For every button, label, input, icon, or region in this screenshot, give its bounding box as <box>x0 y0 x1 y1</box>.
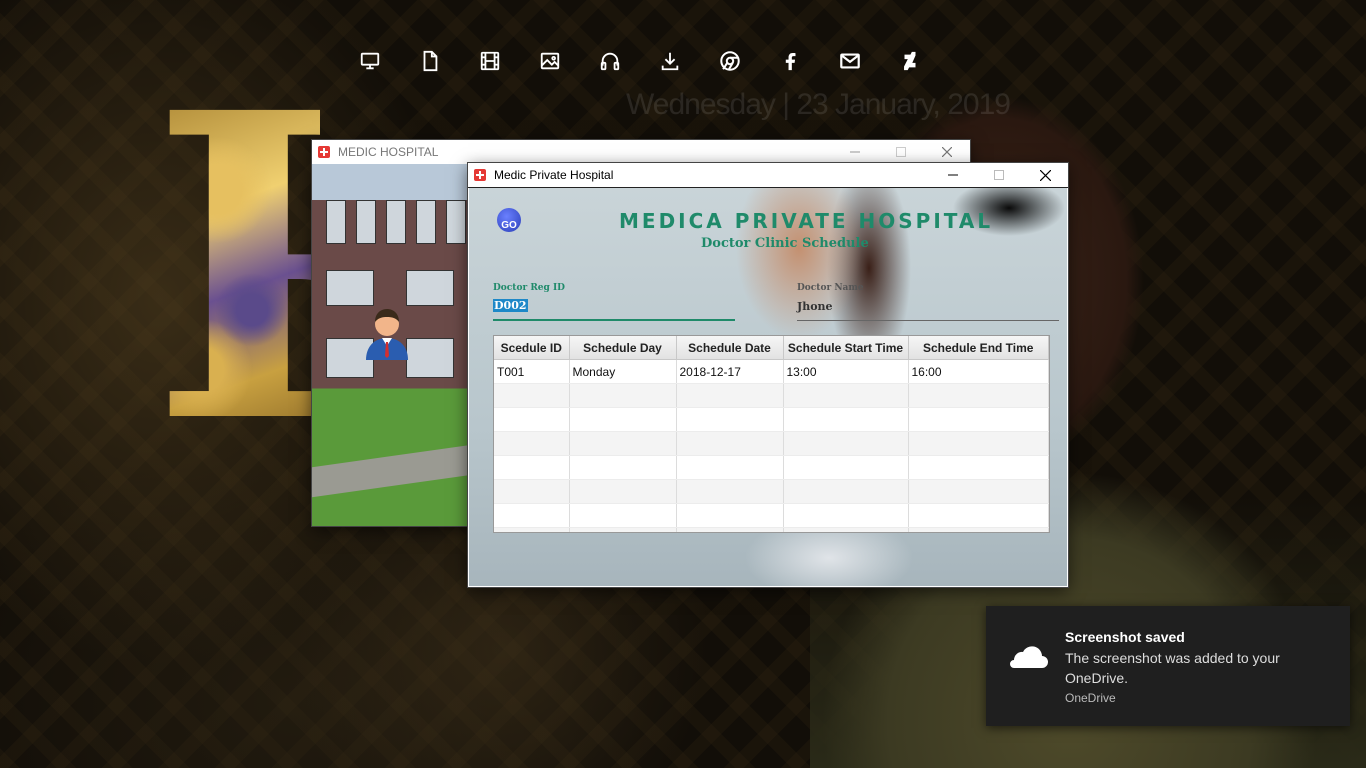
maximize-button[interactable] <box>878 140 924 163</box>
maximize-button[interactable] <box>976 164 1022 187</box>
close-icon <box>1039 169 1051 181</box>
back-window-titlebar[interactable]: MEDIC HOSPITAL <box>312 140 970 163</box>
wallpaper-letter-art: R <box>150 70 320 470</box>
download-icon[interactable] <box>640 44 700 78</box>
monitor-icon[interactable] <box>340 44 400 78</box>
doctor-name-label: Doctor Name <box>797 283 864 293</box>
film-icon[interactable] <box>460 44 520 78</box>
onedrive-cloud-icon <box>1010 646 1048 668</box>
screenshot-notification[interactable]: Screenshot saved The screenshot was adde… <box>986 606 1350 726</box>
column-header[interactable]: Schedule Date <box>676 336 784 360</box>
chrome-icon[interactable] <box>700 44 760 78</box>
schedule-panel: GO MEDICA PRIVATE HOSPITAL Doctor Clinic… <box>469 188 1067 586</box>
empty-table-row[interactable] <box>494 383 1049 408</box>
empty-table-row[interactable] <box>494 407 1049 432</box>
notification-title: Screenshot saved <box>1065 629 1185 645</box>
medic-private-hospital-window: Medic Private Hospital GO MEDICA PRIVATE… <box>468 163 1068 587</box>
minimize-icon <box>948 174 958 176</box>
notification-source: OneDrive <box>1065 691 1116 705</box>
column-header[interactable]: Schedule Start Time <box>783 336 909 360</box>
column-header[interactable]: Schedule Day <box>569 336 677 360</box>
headphones-icon[interactable] <box>580 44 640 78</box>
image-icon[interactable] <box>520 44 580 78</box>
column-header[interactable]: Schedule End Time <box>908 336 1049 360</box>
table-row[interactable]: T001 Monday 2018-12-17 13:00 16:00 <box>494 359 1049 384</box>
facebook-icon[interactable] <box>760 44 820 78</box>
close-icon <box>942 146 952 157</box>
doctor-reg-id-field[interactable]: D002 <box>493 299 528 312</box>
table-header-row: Scedule ID Schedule Day Schedule Date Sc… <box>494 336 1049 360</box>
reg-id-underline <box>493 319 735 321</box>
maximize-icon <box>994 170 1004 180</box>
launcher-bar <box>340 44 940 78</box>
table-cell[interactable]: T001 <box>494 359 570 384</box>
minimize-button[interactable] <box>832 140 878 163</box>
table-cell[interactable]: 2018-12-17 <box>676 359 784 384</box>
maximize-icon <box>896 146 906 157</box>
desktop-date: Wednesday | 23 January, 2019 <box>626 88 1011 121</box>
empty-table-row[interactable] <box>494 503 1049 528</box>
table-cell[interactable]: 16:00 <box>908 359 1049 384</box>
minimize-icon <box>850 151 860 152</box>
hospital-app-icon <box>318 145 330 158</box>
back-window-title: MEDIC HOSPITAL <box>338 144 439 159</box>
mail-icon[interactable] <box>820 44 880 78</box>
hospital-heading: MEDICA PRIVATE HOSPITAL <box>619 209 994 233</box>
schedule-table[interactable]: Scedule ID Schedule Day Schedule Date Sc… <box>493 335 1050 533</box>
empty-table-row[interactable] <box>494 455 1049 480</box>
clinic-schedule-subheading: Doctor Clinic Schedule <box>701 236 869 251</box>
empty-table-row[interactable] <box>494 527 1049 532</box>
table-cell[interactable]: 13:00 <box>783 359 909 384</box>
walkway <box>312 444 472 498</box>
hospital-app-icon <box>474 169 486 181</box>
front-window-title: Medic Private Hospital <box>494 168 614 182</box>
go-back-button[interactable]: GO <box>497 208 521 232</box>
column-header[interactable]: Scedule ID <box>494 336 570 360</box>
front-window-titlebar[interactable]: Medic Private Hospital <box>468 163 1068 188</box>
close-button[interactable] <box>1022 164 1068 187</box>
minimize-button[interactable] <box>930 164 976 187</box>
deviantart-icon[interactable] <box>880 44 940 78</box>
doctor-name-field[interactable]: Jhone <box>797 300 833 313</box>
notification-body: The screenshot was added to your OneDriv… <box>1065 650 1280 686</box>
document-icon[interactable] <box>400 44 460 78</box>
building-windows <box>326 200 466 400</box>
doctor-avatar-icon <box>362 304 412 360</box>
doctor-name-underline <box>797 320 1059 321</box>
close-button[interactable] <box>924 140 970 163</box>
table-cell[interactable]: Monday <box>569 359 677 384</box>
doctor-reg-id-label: Doctor Reg ID <box>493 283 565 293</box>
empty-table-row[interactable] <box>494 431 1049 456</box>
empty-table-row[interactable] <box>494 479 1049 504</box>
